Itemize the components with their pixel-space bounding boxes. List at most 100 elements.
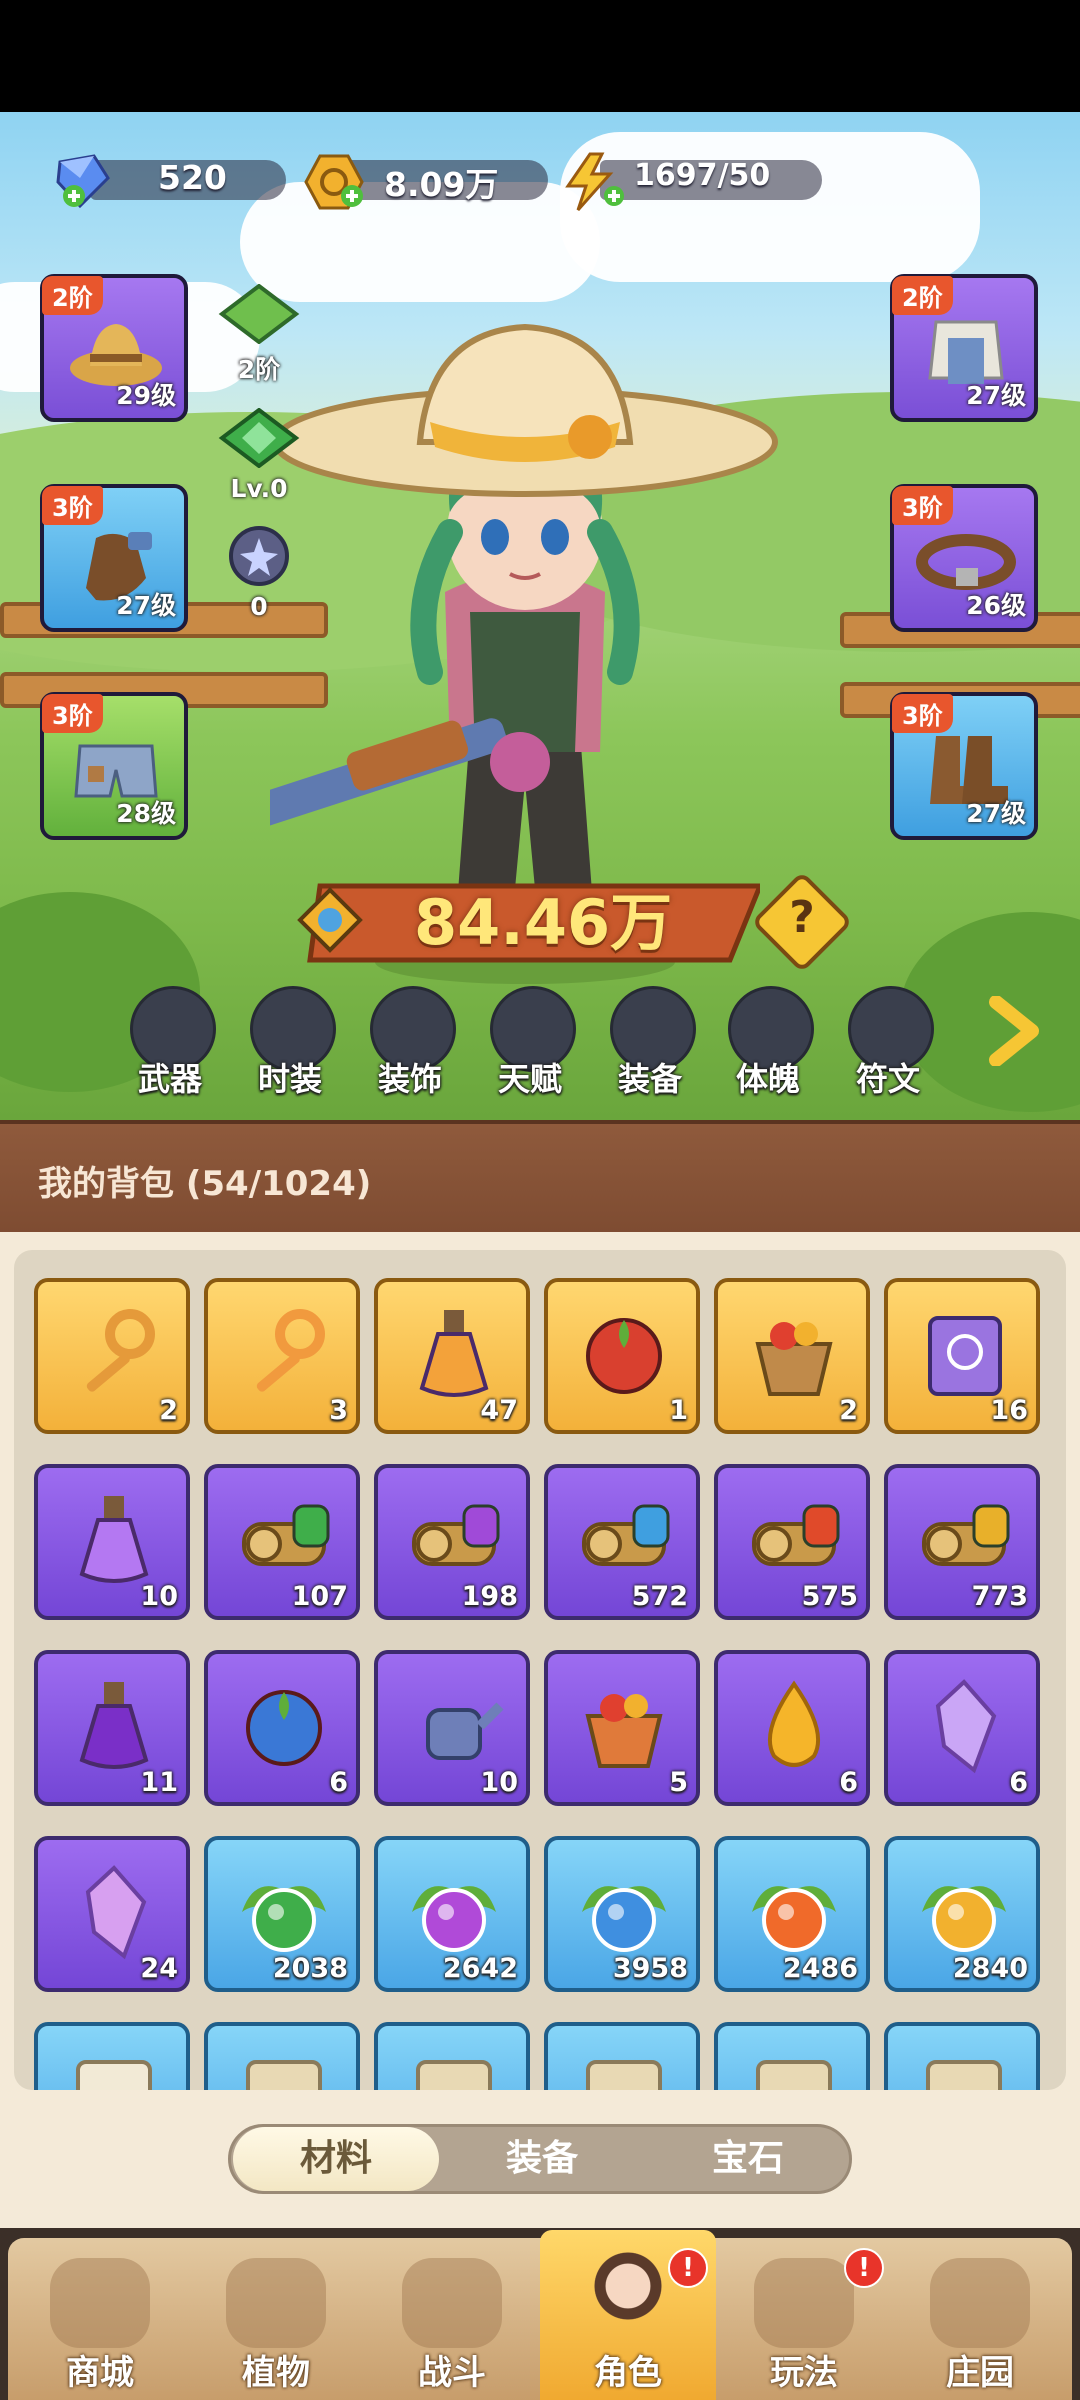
inventory-item[interactable]: 6 [204, 1650, 360, 1806]
fire-seed-orb-icon [752, 1886, 836, 1952]
item-grid[interactable]: 2 3 47 1 2 16 10 107 198 572 575 773 11 [14, 1250, 1066, 2090]
category-weapon[interactable]: 武器 [120, 986, 220, 1098]
inventory-item[interactable]: 24 [34, 1836, 190, 1992]
inventory-item[interactable] [204, 2022, 360, 2090]
nav-label: 战斗 [418, 2353, 486, 2393]
category-physique[interactable]: 体魄 [718, 986, 818, 1098]
item-count: 1 [669, 1395, 688, 1426]
help-icon: ? [789, 892, 815, 943]
energy-counter[interactable]: 1697/50 [560, 152, 822, 211]
nav-character[interactable]: 角色! [540, 2230, 716, 2400]
inventory-item[interactable]: 575 [714, 1464, 870, 1620]
tab-gems[interactable]: 宝石 [645, 2127, 851, 2191]
inventory-item[interactable]: 2 [714, 1278, 870, 1434]
tier-badge: 3阶 [892, 486, 953, 525]
purple-flask-icon [79, 1682, 149, 1769]
item-count: 6 [1009, 1767, 1028, 1798]
category-label: 时装 [257, 1060, 322, 1098]
chevron-right-icon[interactable] [984, 996, 1044, 1066]
inventory-item[interactable]: 572 [544, 1464, 700, 1620]
nav-gameplay[interactable]: 玩法! [716, 2238, 892, 2400]
category-label: 装备 [617, 1060, 682, 1098]
gem-label: Lv.0 [230, 474, 288, 503]
battle-icon [402, 2258, 502, 2348]
potion-bottle-icon [419, 1310, 489, 1397]
tier-badge: 2阶 [892, 276, 953, 315]
tab-materials[interactable]: 材料 [233, 2127, 439, 2191]
alert-badge: ! [844, 2248, 884, 2288]
equip-slot-boots[interactable]: 3阶 27级 [890, 692, 1038, 840]
category-equipment[interactable]: 装备 [600, 986, 700, 1098]
equip-slot-hat[interactable]: 2阶 29级 [40, 274, 188, 422]
item-count: 5 [669, 1767, 688, 1798]
inventory-item[interactable]: 2840 [884, 1836, 1040, 1992]
inventory-item[interactable] [714, 2022, 870, 2090]
category-decoration[interactable]: 装饰 [360, 986, 460, 1098]
inventory-item[interactable]: 6 [714, 1650, 870, 1806]
tier-badge: 3阶 [892, 694, 953, 733]
inventory-item[interactable]: 2642 [374, 1836, 530, 1992]
nav-label: 植物 [242, 2353, 310, 2393]
nav-shop[interactable]: 商城 [12, 2238, 188, 2400]
equip-slot-glove[interactable]: 3阶 27级 [40, 484, 188, 632]
nav-battle[interactable]: 战斗 [364, 2238, 540, 2400]
inventory-item[interactable]: 16 [884, 1278, 1040, 1434]
gem-slot-3[interactable]: 0 [216, 526, 302, 621]
gameplay-icon [754, 2258, 854, 2348]
alert-badge: ! [668, 2248, 708, 2288]
item-count: 6 [839, 1767, 858, 1798]
watering-can-icon [426, 1702, 504, 1760]
blue-bud-icon [246, 1690, 322, 1766]
item-count: 24 [140, 1953, 178, 1984]
inventory-item[interactable]: 107 [204, 1464, 360, 1620]
purple-crystal-icon [935, 1679, 997, 1774]
category-talent[interactable]: 天赋 [480, 986, 580, 1098]
category-label: 体魄 [735, 1060, 800, 1098]
inventory-item[interactable]: 11 [34, 1650, 190, 1806]
inventory-item[interactable]: 47 [374, 1278, 530, 1434]
character-icon [578, 2250, 678, 2340]
nav-label: 角色 [594, 2353, 662, 2393]
inventory-item[interactable]: 5 [544, 1650, 700, 1806]
inventory-item[interactable]: 3958 [544, 1836, 700, 1992]
inventory-item[interactable]: 10 [374, 1650, 530, 1806]
scroll-red-icon [752, 1504, 840, 1566]
inventory-item[interactable]: 198 [374, 1464, 530, 1620]
blueprint-icon [416, 2060, 492, 2090]
green-crystal-icon [218, 407, 300, 469]
equip-slot-belt[interactable]: 3阶 26级 [890, 484, 1038, 632]
bag-tabs: 材料 装备 宝石 [228, 2124, 852, 2194]
inventory-item[interactable]: 10 [34, 1464, 190, 1620]
white-bulb-icon [76, 2060, 152, 2090]
blueprint-icon [246, 2060, 322, 2090]
blueprint-icon [926, 2060, 1002, 2090]
slot-level: 27级 [966, 799, 1026, 828]
nav-plant[interactable]: 植物 [188, 2238, 364, 2400]
tab-equipment[interactable]: 装备 [439, 2127, 645, 2191]
inventory-item[interactable]: 2038 [204, 1836, 360, 1992]
category-rune[interactable]: 符文 [838, 986, 938, 1098]
inventory-item[interactable] [374, 2022, 530, 2090]
diamond-counter[interactable]: 520 [50, 152, 290, 209]
inventory-item[interactable] [884, 2022, 1040, 2090]
equip-slot-shorts[interactable]: 3阶 28级 [40, 692, 188, 840]
bag-header: 我的背包 (54/1024) [0, 1120, 1080, 1240]
inventory-item[interactable]: 773 [884, 1464, 1040, 1620]
blueprint-icon [756, 2060, 832, 2090]
inventory-item[interactable]: 3 [204, 1278, 360, 1434]
tier-badge: 2阶 [42, 276, 103, 315]
inventory-item[interactable]: 2 [34, 1278, 190, 1434]
gem-slot-2[interactable]: Lv.0 [216, 407, 302, 503]
gold-counter[interactable]: 8.09万 [302, 152, 552, 210]
nav-manor[interactable]: 庄园 [892, 2238, 1068, 2400]
inventory-item[interactable] [544, 2022, 700, 2090]
inventory-item[interactable]: 1 [544, 1278, 700, 1434]
plant-icon [226, 2258, 326, 2348]
equip-slot-overalls[interactable]: 2阶 27级 [890, 274, 1038, 422]
gem-slot-1[interactable]: 2阶 [216, 283, 302, 384]
inventory-item[interactable]: 6 [884, 1650, 1040, 1806]
inventory-item[interactable]: 2486 [714, 1836, 870, 1992]
inventory-item[interactable] [34, 2022, 190, 2090]
slot-level: 27级 [966, 381, 1026, 410]
category-outfit[interactable]: 时装 [240, 986, 340, 1098]
